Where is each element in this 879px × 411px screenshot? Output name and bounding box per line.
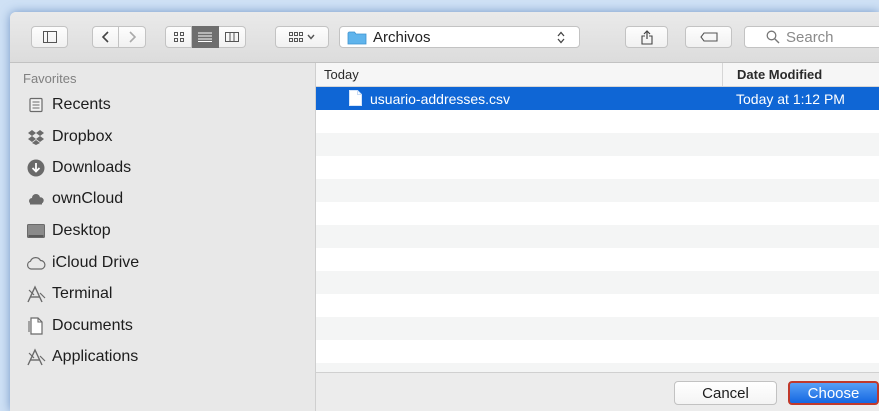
sidebar-item-label: ownCloud xyxy=(52,190,124,207)
sidebar-item-label: Recents xyxy=(52,96,111,113)
empty-row xyxy=(316,317,879,340)
documents-icon xyxy=(26,316,46,336)
group-by-button[interactable] xyxy=(275,26,329,48)
empty-row xyxy=(316,294,879,317)
sidebar-section-title: Favorites xyxy=(23,71,77,86)
sidebar-item-recents[interactable]: Recents xyxy=(26,90,306,120)
sidebar-item-label: iCloud Drive xyxy=(52,254,140,271)
list-view-button[interactable] xyxy=(192,26,219,48)
location-label: Archivos xyxy=(373,28,431,46)
column-header-date-modified[interactable]: Date Modified xyxy=(722,63,822,86)
applications-icon xyxy=(26,347,46,367)
sidebar: Favorites Recents Dropbox Downloads ownC… xyxy=(10,63,316,411)
recents-icon xyxy=(26,95,46,115)
screenshot-backdrop: Archivos Search Favorites Recents Dropbo… xyxy=(0,0,879,411)
updown-arrows-icon xyxy=(557,31,565,43)
search-field[interactable]: Search xyxy=(744,26,879,48)
sidebar-item-downloads[interactable]: Downloads xyxy=(26,153,306,183)
back-forward-control xyxy=(92,26,146,48)
file-chooser-dialog: Archivos Search Favorites Recents Dropbo… xyxy=(10,12,879,411)
empty-row xyxy=(316,225,879,248)
empty-row xyxy=(316,340,879,363)
sidebar-item-icloud-drive[interactable]: iCloud Drive xyxy=(26,248,306,278)
chevron-right-icon xyxy=(129,31,136,43)
sidebar-item-label: Desktop xyxy=(52,222,111,239)
sidebar-item-label: Terminal xyxy=(52,285,113,302)
file-date-modified: Today at 1:12 PM xyxy=(736,91,845,107)
empty-row xyxy=(316,156,879,179)
file-name: usuario-addresses.csv xyxy=(370,91,511,107)
sidebar-toggle-icon xyxy=(42,31,57,43)
terminal-icon xyxy=(26,284,46,304)
file-name-cell: usuario-addresses.csv xyxy=(349,90,511,107)
sidebar-item-terminal[interactable]: Terminal xyxy=(26,279,306,309)
sidebar-item-applications[interactable]: Applications xyxy=(26,342,306,372)
icon-view-button[interactable] xyxy=(165,26,192,48)
dropbox-icon xyxy=(26,127,46,147)
grid-view-icon xyxy=(173,32,184,42)
sidebar-item-label: Downloads xyxy=(52,159,132,176)
toolbar: Archivos Search xyxy=(10,12,879,63)
file-list-header: Today Date Modified xyxy=(316,63,879,87)
group-icon xyxy=(289,32,303,42)
share-button[interactable] xyxy=(625,26,668,48)
chevron-down-icon xyxy=(307,34,315,40)
sidebar-item-dropbox[interactable]: Dropbox xyxy=(26,122,306,152)
cancel-button[interactable]: Cancel xyxy=(674,381,777,405)
column-view-icon xyxy=(225,32,239,42)
sidebar-item-desktop[interactable]: Desktop xyxy=(26,216,306,246)
search-placeholder: Search xyxy=(786,28,834,46)
sidebar-item-label: Applications xyxy=(52,348,139,365)
folder-icon xyxy=(347,31,367,44)
tag-icon xyxy=(699,32,718,42)
owncloud-icon xyxy=(26,189,46,209)
tags-button[interactable] xyxy=(685,26,732,48)
location-popup[interactable]: Archivos xyxy=(339,26,580,48)
column-view-button[interactable] xyxy=(219,26,246,48)
chevron-left-icon xyxy=(101,31,109,43)
search-icon xyxy=(766,30,780,44)
back-button[interactable] xyxy=(92,26,119,48)
icloud-icon xyxy=(26,253,46,273)
empty-row xyxy=(316,363,879,372)
empty-row xyxy=(316,271,879,294)
empty-row xyxy=(316,248,879,271)
sidebar-toggle-button[interactable] xyxy=(31,26,68,48)
document-file-icon xyxy=(349,90,362,106)
sidebar-item-documents[interactable]: Documents xyxy=(26,311,306,341)
dialog-button-bar: Cancel Choose xyxy=(316,372,879,411)
forward-button[interactable] xyxy=(119,26,146,48)
share-icon xyxy=(640,29,653,45)
empty-row xyxy=(316,179,879,202)
empty-row xyxy=(316,110,879,133)
downloads-icon xyxy=(26,158,46,178)
list-view-icon xyxy=(198,32,212,42)
view-mode-control xyxy=(165,26,246,48)
file-list: Today Date Modified usuario-addresses.cs… xyxy=(316,63,879,372)
empty-row xyxy=(316,202,879,225)
file-row-selected[interactable]: usuario-addresses.csv Today at 1:12 PM xyxy=(316,87,879,110)
sidebar-item-label: Dropbox xyxy=(52,128,113,145)
empty-row xyxy=(316,133,879,156)
sidebar-item-label: Documents xyxy=(52,317,133,334)
desktop-icon xyxy=(26,221,46,241)
sidebar-item-owncloud[interactable]: ownCloud xyxy=(26,184,306,214)
choose-button[interactable]: Choose xyxy=(788,381,879,405)
column-header-name[interactable]: Today xyxy=(324,67,359,82)
